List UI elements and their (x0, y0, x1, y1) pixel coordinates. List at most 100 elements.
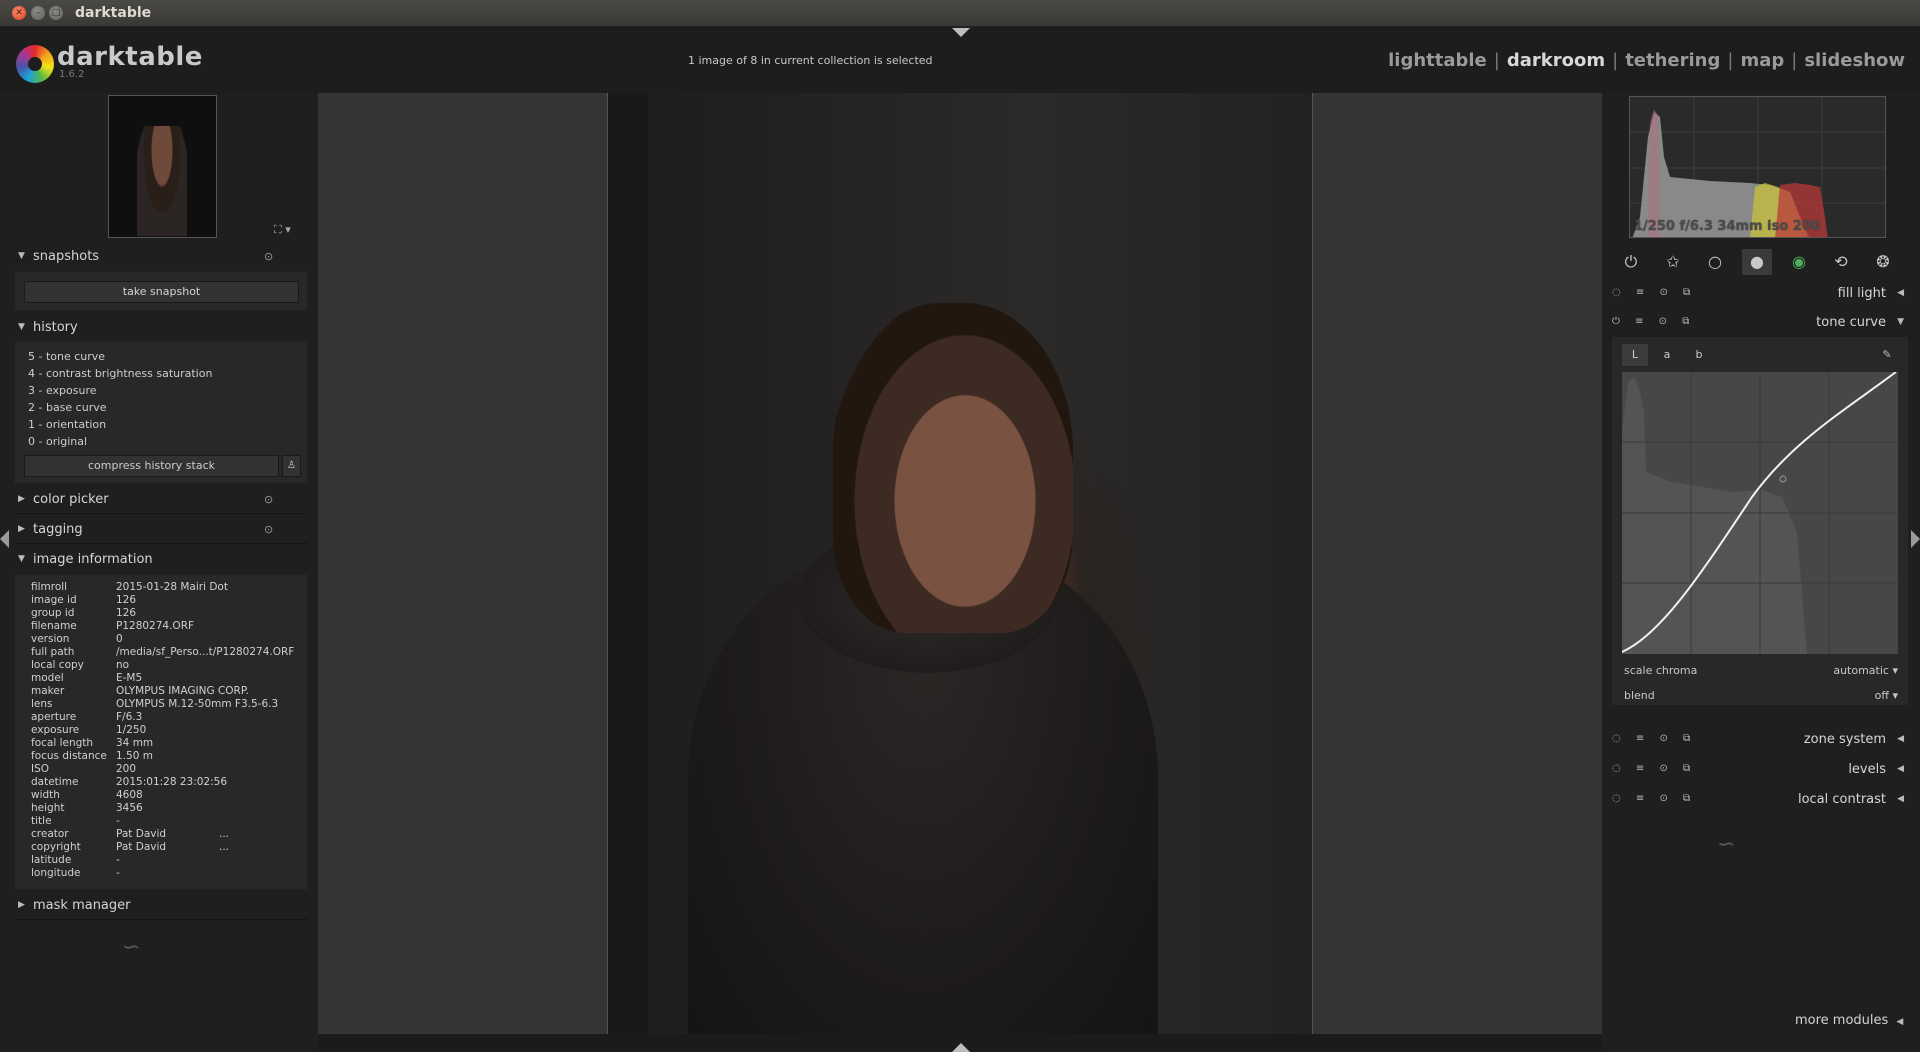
mask-manager-module-header[interactable]: ▶ mask manager (14, 896, 306, 918)
correct-icon[interactable]: ⟲ (1826, 249, 1856, 275)
module-controls-icon[interactable]: ◌ ≡ ⊙ ⧉ (1612, 793, 1696, 804)
info-key: ISO (31, 763, 50, 775)
blend-dropdown[interactable]: off ▾ (1875, 689, 1898, 702)
info-value: P1280274.ORF (116, 620, 195, 632)
info-value: 34 mm (116, 737, 154, 749)
edited-photo[interactable] (607, 93, 1313, 1034)
image-information-module-body: filmroll 2015-01-28 Mairi Dot image id 126 g… (14, 574, 308, 890)
info-value: E-M5 (116, 672, 143, 684)
preset-icon[interactable]: ⊙ (264, 523, 273, 536)
blend-row[interactable]: blend off ▾ (1624, 689, 1898, 702)
tab-a[interactable]: a (1654, 344, 1680, 366)
view-darkroom[interactable]: darkroom (1507, 50, 1605, 71)
circle-icon[interactable]: ○ (1700, 249, 1730, 275)
module-controls-icon[interactable]: ◌ ≡ ⊙ ⧉ (1612, 763, 1696, 774)
preset-icon[interactable]: ⊙ (264, 493, 273, 506)
info-value: - (116, 867, 120, 879)
navigation-zoom-dropdown[interactable]: ⛶ ▾ (274, 223, 291, 237)
preset-icon[interactable]: ⊙ (264, 250, 273, 263)
close-window-button[interactable]: ✕ (12, 6, 26, 20)
collapse-left-panel-arrow-icon[interactable] (0, 530, 9, 548)
tab-L[interactable]: L (1622, 344, 1648, 366)
color-picker-module-header[interactable]: ▶ color picker ⊙ (14, 490, 306, 512)
snapshots-module-header[interactable]: ▼ snapshots ⊙ (14, 247, 306, 269)
divider (14, 543, 308, 544)
info-key: title (31, 815, 52, 827)
expanded-triangle-icon: ▼ (18, 554, 25, 564)
darktable-logo (16, 45, 54, 83)
more-modules-button[interactable]: more modules ◀ (1795, 1013, 1903, 1028)
info-key: filmroll (31, 581, 68, 593)
expanded-triangle-icon: ▼ (1897, 317, 1904, 327)
maximize-window-button[interactable]: □ (49, 6, 63, 20)
scale-chroma-row[interactable]: scale chroma automatic ▾ (1624, 664, 1898, 677)
info-key: image id (31, 594, 77, 606)
info-key: width (31, 789, 60, 801)
info-value: 0 (116, 633, 123, 645)
info-value: Pat David (116, 828, 167, 840)
module-controls-icon[interactable]: ◌ ≡ ⊙ ⧉ (1612, 733, 1696, 744)
info-value: 4608 (116, 789, 143, 801)
collapsed-triangle-icon: ◀ (1897, 734, 1904, 744)
history-module-header[interactable]: ▼ history (14, 318, 306, 340)
history-item[interactable]: 1 - orientation (28, 418, 106, 431)
info-key: version (31, 633, 70, 645)
info-key: maker (31, 685, 65, 697)
histogram[interactable] (1629, 96, 1886, 238)
tab-b[interactable]: b (1686, 344, 1712, 366)
collapse-right-panel-arrow-icon[interactable] (1911, 530, 1920, 548)
minimize-window-button[interactable]: – (31, 6, 45, 20)
history-item[interactable]: 4 - contrast brightness saturation (28, 367, 212, 380)
tagging-module-header[interactable]: ▶ tagging ⊙ (14, 520, 306, 542)
info-value: 126 (116, 607, 137, 619)
local-contrast-module-header[interactable]: ◌ ≡ ⊙ ⧉ local contrast ◀ (1612, 789, 1908, 813)
color-picker-icon[interactable]: ✎ (1874, 344, 1900, 366)
compress-history-button[interactable]: compress history stack (24, 455, 279, 477)
power-icon[interactable]: ⏻ (1616, 249, 1646, 275)
info-value: 2015:01:28 23:02:56 (116, 776, 228, 788)
effect-icon[interactable]: ❂ (1868, 249, 1898, 275)
tone-curve-graph[interactable] (1621, 371, 1898, 654)
history-item[interactable]: 5 - tone curve (28, 350, 105, 363)
expanded-triangle-icon: ▼ (18, 322, 25, 332)
tone-curve-module-header[interactable]: ⏻ ≡ ⊙ ⧉ tone curve ▼ (1612, 312, 1908, 336)
info-value: 1/250 (116, 724, 147, 736)
info-key: filename (31, 620, 77, 632)
view-tethering[interactable]: tethering (1625, 50, 1720, 71)
take-snapshot-button[interactable]: take snapshot (24, 281, 299, 303)
info-key: creator (31, 828, 69, 840)
collection-status: 1 image of 8 in current collection is se… (688, 54, 933, 67)
fill-light-module-header[interactable]: ◌ ≡ ⊙ ⧉ fill light ◀ (1612, 283, 1908, 307)
image-information-module-header[interactable]: ▼ image information (14, 550, 306, 572)
collapse-bottom-panel-arrow-icon[interactable] (952, 1043, 970, 1052)
tone-curve-module-body: L a b ✎ scale chroma automatic ▾ blend o… (1612, 337, 1908, 705)
view-switcher: lighttable | darkroom | tethering | map | slides… (1388, 50, 1905, 71)
zone-system-module-header[interactable]: ◌ ≡ ⊙ ⧉ zone system ◀ (1612, 729, 1908, 753)
snapshots-module-body: take snapshot (14, 271, 308, 311)
navigation-thumbnail[interactable] (108, 95, 217, 238)
divider (14, 513, 308, 514)
history-item[interactable]: 2 - base curve (28, 401, 107, 414)
filled-circle-icon[interactable]: ● (1742, 249, 1772, 275)
module-controls-icon[interactable]: ◌ ≡ ⊙ ⧉ (1612, 287, 1696, 298)
view-lighttable[interactable]: lighttable (1388, 50, 1487, 71)
history-create-style-icon[interactable]: ♙ (282, 455, 301, 477)
info-key: datetime (31, 776, 79, 788)
info-value: 126 (116, 594, 137, 606)
levels-module-header[interactable]: ◌ ≡ ⊙ ⧉ levels ◀ (1612, 759, 1908, 783)
collapse-top-panel-arrow-icon[interactable] (952, 28, 970, 37)
collapsed-triangle-icon: ◀ (1897, 764, 1904, 774)
star-icon[interactable]: ✩ (1658, 249, 1688, 275)
histogram-exif-info: 1/250 f/6.3 34mm iso 200 (1634, 219, 1820, 234)
info-edit-button[interactable]: ... (219, 828, 229, 840)
scale-chroma-dropdown[interactable]: automatic ▾ (1833, 664, 1898, 677)
info-edit-button[interactable]: ... (219, 841, 229, 853)
info-key: copyright (31, 841, 81, 853)
view-map[interactable]: map (1740, 50, 1784, 71)
history-item[interactable]: 0 - original (28, 435, 87, 448)
color-icon[interactable]: ◉ (1784, 249, 1814, 275)
info-value: F/6.3 (116, 711, 143, 723)
history-item[interactable]: 3 - exposure (28, 384, 97, 397)
module-controls-icon[interactable]: ⏻ ≡ ⊙ ⧉ (1612, 316, 1695, 327)
view-slideshow[interactable]: slideshow (1804, 50, 1905, 71)
